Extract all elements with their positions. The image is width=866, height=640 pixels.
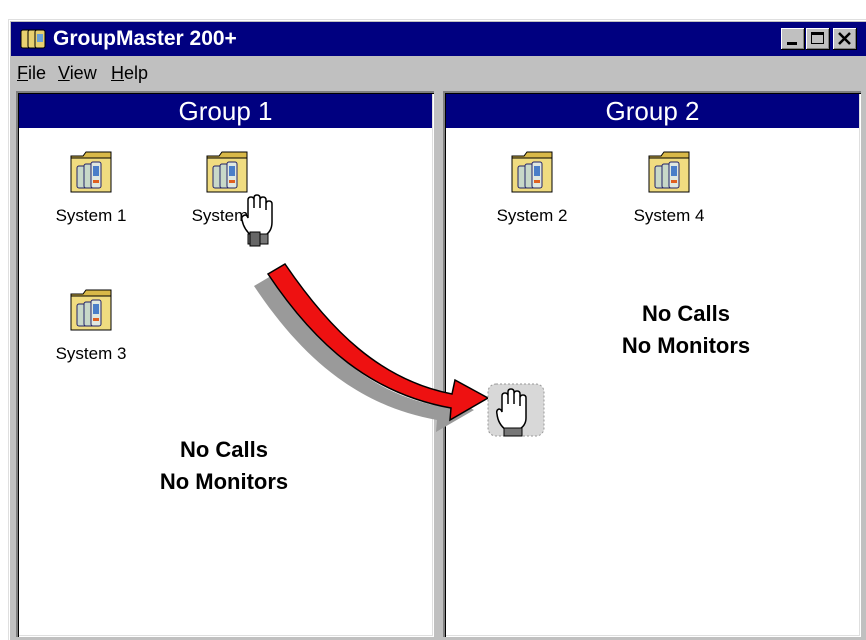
system-folder-icon	[511, 151, 553, 193]
system-label: System 4	[633, 206, 705, 225]
group-header-2[interactable]: Group 2	[446, 94, 859, 128]
app-icon	[20, 29, 46, 49]
system-folder-icon	[70, 289, 112, 331]
maximize-icon	[811, 32, 824, 44]
group-panel-2[interactable]: Group 2 System 2 System 4 No Calls No Mo…	[443, 91, 861, 637]
system-label: System 2	[496, 206, 568, 225]
system-item-1[interactable]: System 1	[41, 148, 141, 226]
group-body-2: System 2 System 4 No Calls No Monitors	[446, 128, 859, 635]
system-label: System 3	[55, 344, 127, 363]
system-folder-icon	[648, 151, 690, 193]
status-calls: No Calls	[641, 301, 731, 326]
window-title: GroupMaster 200+	[53, 27, 237, 50]
menu-bar: File View Help	[11, 59, 866, 87]
status-monitors: No Monitors	[621, 333, 751, 358]
group-body-1: System 1 System 5 System 3 No Calls No M…	[19, 128, 432, 635]
system-item-4[interactable]: System 4	[619, 148, 719, 226]
group-panel-1[interactable]: Group 1 System 1 System 5 System 3 No Ca…	[16, 91, 434, 637]
status-calls: No Calls	[179, 437, 269, 462]
group-header-1[interactable]: Group 1	[19, 94, 432, 128]
system-item-3[interactable]: System 3	[41, 286, 141, 364]
system-folder-icon	[206, 151, 248, 193]
system-item-2[interactable]: System 2	[482, 148, 582, 226]
minimize-button[interactable]	[781, 28, 805, 50]
group-status-2: No Calls No Monitors	[556, 298, 816, 362]
close-button[interactable]	[833, 28, 857, 50]
system-label: System 1	[55, 206, 127, 225]
system-item-5[interactable]: System 5	[177, 148, 277, 226]
menu-file[interactable]: File	[17, 59, 46, 87]
menu-view[interactable]: View	[58, 59, 97, 87]
group-status-1: No Calls No Monitors	[94, 434, 354, 498]
status-monitors: No Monitors	[159, 469, 289, 494]
title-bar[interactable]: GroupMaster 200+	[11, 22, 866, 56]
maximize-button[interactable]	[806, 28, 830, 50]
menu-help[interactable]: Help	[111, 59, 148, 87]
groupmaster-window: GroupMaster 200+ File View Help Group 1	[8, 19, 866, 640]
close-icon	[838, 32, 851, 45]
minimize-icon	[787, 42, 797, 45]
system-label: System 5	[191, 206, 263, 225]
system-folder-icon	[70, 151, 112, 193]
